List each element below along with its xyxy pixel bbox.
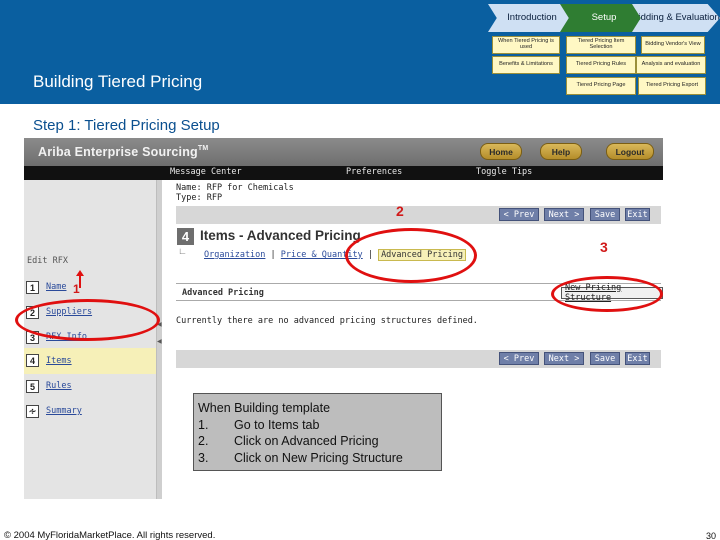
process-sub-item: Benefits & Limitations — [492, 56, 560, 74]
process-sub-item: Tiered Pricing Rules — [566, 56, 636, 74]
prev-button[interactable]: < Prev — [499, 208, 539, 221]
process-sub-item: Tiered Pricing Item Selection — [566, 36, 636, 54]
step-number: 1 — [26, 281, 39, 294]
rfx-step-items[interactable]: 4 Items — [24, 348, 156, 374]
instructions-title: When Building template — [198, 401, 331, 415]
nav-toggle-tips[interactable]: Toggle Tips — [476, 167, 532, 177]
instruction-row: 3. Click on New Pricing Structure — [198, 450, 403, 465]
app-logo: Ariba Enterprise SourcingTM — [38, 145, 209, 159]
rfx-name-line: Name: RFP for Chemicals — [176, 183, 294, 193]
tab-corner-icon: ∟ — [178, 246, 187, 256]
rfx-step-name[interactable]: 1 Name — [24, 277, 156, 299]
action-bar-top — [176, 206, 661, 224]
next-button[interactable]: Next > — [544, 352, 584, 365]
app-logo-bar: Ariba Enterprise SourcingTM Home Help Lo… — [24, 138, 663, 166]
empty-message: Currently there are no advanced pricing … — [176, 316, 478, 326]
instruction-row: 2. Click on Advanced Pricing — [198, 434, 379, 448]
highlight-advanced-pricing-tab — [345, 228, 477, 283]
save-button[interactable]: Save — [590, 208, 620, 221]
slide: Introduction Setup Bidding & Evaluation … — [0, 0, 720, 540]
summary-icon: ∻ — [26, 405, 39, 418]
action-bar-bottom — [176, 350, 661, 368]
rfx-step-label: Summary — [46, 406, 82, 416]
chevron-bidding-evaluation: Bidding & Evaluation — [632, 4, 720, 32]
exit-button[interactable]: Exit — [625, 208, 650, 221]
copyright: © 2004 MyFloridaMarketPlace. All rights … — [4, 530, 216, 540]
exit-button[interactable]: Exit — [625, 352, 650, 365]
section-title: Advanced Pricing — [182, 288, 264, 298]
prev-button[interactable]: < Prev — [499, 352, 539, 365]
marker-2: 2 — [396, 203, 404, 219]
process-sub-item: Analysis and evaluation — [636, 56, 706, 74]
process-sub-item: When Tiered Pricing is used — [492, 36, 560, 54]
highlight-items-tab — [15, 299, 160, 341]
process-sub-item: Tiered Pricing Export — [638, 77, 706, 95]
nav-message-center[interactable]: Message Center — [170, 167, 242, 177]
app-nav-bar: Message Center Preferences Toggle Tips — [24, 166, 663, 180]
rfx-step-summary[interactable]: ∻ Summary — [24, 401, 156, 423]
rfx-step-label: Items — [46, 356, 72, 366]
page-step-number: 4 — [177, 228, 194, 245]
rfx-step-label: Rules — [46, 381, 72, 391]
rfx-name-info: Name: RFP for Chemicals Type: RFP — [176, 183, 294, 203]
highlight-new-pricing-structure — [551, 276, 663, 312]
logout-button[interactable]: Logout — [606, 143, 654, 160]
instructions-box: When Building template 1. Go to Items ta… — [193, 393, 442, 471]
save-button[interactable]: Save — [590, 352, 620, 365]
slide-title: Building Tiered Pricing — [33, 72, 203, 91]
nav-preferences[interactable]: Preferences — [346, 167, 402, 177]
process-sub-item: Bidding Vendor's View — [641, 36, 705, 54]
page-number: 30 — [706, 531, 717, 540]
collapse-arrow-icon[interactable]: ◀ — [157, 338, 162, 345]
step-title: Step 1: Tiered Pricing Setup — [33, 117, 220, 134]
instruction-row: 1. Go to Items tab — [198, 417, 320, 432]
process-sub-item: Tiered Pricing Page — [566, 77, 636, 95]
next-button[interactable]: Next > — [544, 208, 584, 221]
page-title: Items - Advanced Pricing — [200, 228, 361, 243]
marker-3: 3 — [600, 239, 608, 255]
step-number: 5 — [26, 380, 39, 393]
rfx-step-rules[interactable]: 5 Rules — [24, 376, 156, 398]
rfx-type-line: Type: RFP — [176, 193, 223, 203]
tab-organization[interactable]: Organization — [204, 250, 265, 260]
edit-rfx-label: Edit RFX — [27, 256, 68, 266]
step-number: 4 — [26, 354, 39, 367]
tab-separator: | — [270, 250, 276, 260]
home-button[interactable]: Home — [480, 143, 522, 160]
marker-1: 1 — [73, 282, 80, 296]
help-button[interactable]: Help — [540, 143, 582, 160]
rfx-step-label: Name — [46, 282, 67, 292]
